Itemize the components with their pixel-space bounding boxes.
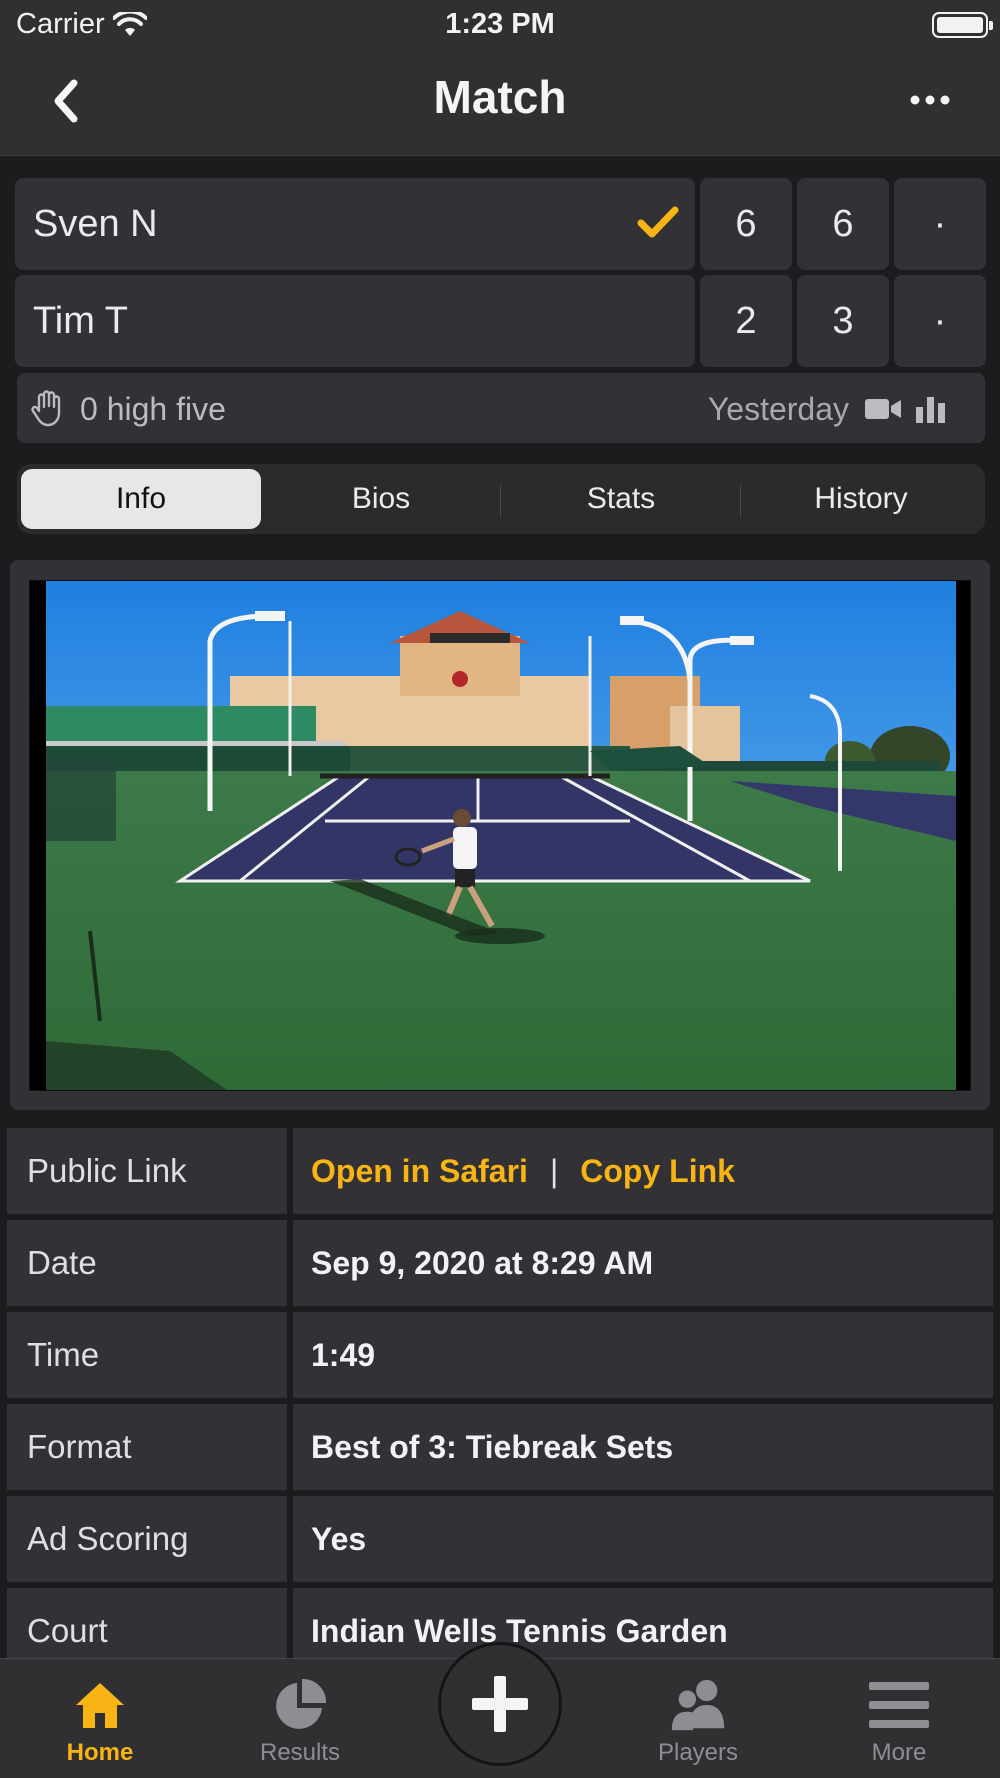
info-label: Format: [7, 1404, 287, 1490]
nav-bar: Match: [0, 50, 1000, 156]
tab-label: Home: [66, 1739, 134, 1766]
player-name-cell[interactable]: Tim T: [15, 275, 695, 367]
tab-label: Bios: [351, 482, 411, 515]
info-label: Date: [7, 1220, 287, 1306]
player-name-cell[interactable]: Sven N: [15, 178, 695, 270]
info-row-time: Time 1:49: [7, 1312, 993, 1398]
set-score: 6: [797, 178, 889, 270]
match-date-label: Yesterday: [707, 391, 849, 427]
tab-more[interactable]: More: [819, 1659, 979, 1778]
more-options-button[interactable]: [900, 80, 960, 120]
high-five-count: 0 high five: [80, 391, 226, 427]
tab-history[interactable]: History: [741, 469, 981, 529]
info-value: Open in Safari | Copy Link: [293, 1128, 993, 1214]
player-name: Tim T: [33, 299, 128, 342]
winner-check-icon: [637, 206, 679, 238]
tab-stats[interactable]: Stats: [501, 469, 741, 529]
tab-players[interactable]: Players: [618, 1659, 778, 1778]
match-info-table: Public Link Open in Safari | Copy Link D…: [7, 1128, 993, 1680]
info-value: Yes: [293, 1496, 993, 1582]
set-score: 6: [700, 178, 792, 270]
battery-icon: [932, 12, 993, 38]
tab-label: Info: [115, 482, 167, 515]
copy-link-link[interactable]: Copy Link: [580, 1153, 735, 1190]
set-score: 3: [797, 275, 889, 367]
score-row-player-2: Tim T 2 3 ·: [15, 275, 986, 367]
pie-chart-icon: [270, 1677, 330, 1733]
video-panel: [10, 560, 990, 1110]
tab-label: Results: [259, 1739, 341, 1766]
match-video[interactable]: [29, 580, 971, 1091]
tab-label: Players: [657, 1739, 739, 1766]
tab-label: Stats: [586, 482, 656, 515]
info-label: Ad Scoring: [7, 1496, 287, 1582]
info-label: Public Link: [7, 1128, 287, 1214]
home-icon: [70, 1677, 130, 1733]
add-match-button[interactable]: [438, 1642, 562, 1766]
info-value: Best of 3: Tiebreak Sets: [293, 1404, 993, 1490]
info-value: 1:49: [293, 1312, 993, 1398]
match-meta-bar: 0 high five Yesterday: [17, 373, 985, 443]
info-row-date: Date Sep 9, 2020 at 8:29 AM: [7, 1220, 993, 1306]
tab-bios[interactable]: Bios: [261, 469, 501, 529]
set-score: ·: [894, 275, 986, 367]
set-score: 2: [700, 275, 792, 367]
open-in-safari-link[interactable]: Open in Safari: [311, 1153, 528, 1190]
info-value: Sep 9, 2020 at 8:29 AM: [293, 1220, 993, 1306]
tab-label: History: [814, 482, 908, 515]
menu-icon: [869, 1677, 929, 1733]
status-time: 1:23 PM: [445, 8, 555, 40]
bar-chart-icon[interactable]: [915, 395, 947, 423]
info-row-ad-scoring: Ad Scoring Yes: [7, 1496, 993, 1582]
video-camera-icon[interactable]: [865, 397, 901, 421]
ellipsis-icon: [910, 95, 950, 105]
info-row-public-link: Public Link Open in Safari | Copy Link: [7, 1128, 993, 1214]
link-separator: |: [549, 1152, 559, 1189]
players-icon: [668, 1677, 728, 1733]
tennis-court-video-thumbnail: [30, 581, 970, 1090]
info-row-format: Format Best of 3: Tiebreak Sets: [7, 1404, 993, 1490]
high-five-hand-icon[interactable]: [29, 389, 67, 427]
player-name: Sven N: [33, 202, 158, 245]
page-title: Match: [433, 71, 567, 123]
tab-info[interactable]: Info: [21, 469, 261, 529]
info-label: Time: [7, 1312, 287, 1398]
tab-home[interactable]: Home: [20, 1659, 180, 1778]
plus-icon: [472, 1676, 528, 1732]
score-row-player-1: Sven N 6 6 ·: [15, 178, 986, 270]
segmented-tabs: Info Bios Stats History: [17, 464, 985, 534]
status-bar: Carrier 1:23 PM: [0, 0, 1000, 50]
tab-results[interactable]: Results: [220, 1659, 380, 1778]
set-score: ·: [894, 178, 986, 270]
tab-label: More: [871, 1739, 927, 1766]
